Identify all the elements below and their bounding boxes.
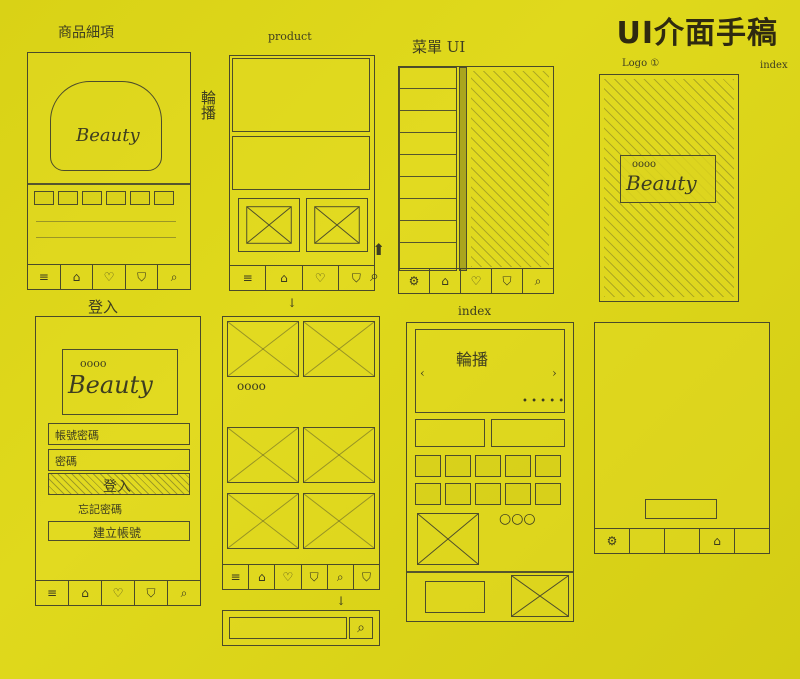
sketch-product-list: ≡ ⌂ ♡ ⛉ (229, 55, 375, 291)
product-label: product (268, 30, 312, 43)
carousel-slot-2 (232, 136, 370, 190)
bag-icon[interactable]: ⛉ (135, 581, 168, 605)
home-icon[interactable]: ⌂ (249, 565, 276, 589)
scroll-up-icon[interactable]: ⬆ (372, 240, 385, 259)
index-banner-2 (491, 419, 565, 447)
tab-bar: ≡ ⌂ ♡ ⛉ ⌕ (36, 580, 200, 605)
tab-bar: ≡ ⌂ ♡ ⛉ ⌕ (28, 264, 190, 289)
carousel-side-label: 輪播 (199, 90, 217, 120)
login-logo: Beauty (68, 371, 153, 399)
sketch-index: 輪播 ‹ › • • • • • ○○○ (406, 322, 574, 622)
account-field[interactable]: 帳號密碼 (48, 423, 190, 445)
tab-item-5[interactable] (735, 529, 769, 553)
logo-dots: oooo (632, 159, 657, 170)
image-placeholder-2 (306, 198, 368, 252)
product-logo: Beauty (76, 125, 140, 146)
register-button[interactable]: 建立帳號 (48, 521, 190, 541)
grid-image-4 (303, 427, 375, 483)
home-icon[interactable]: ⌂ (700, 529, 735, 553)
carousel-slot-1 (232, 58, 370, 132)
content-hatch (471, 71, 549, 267)
grid-image-6 (303, 493, 375, 549)
menu-icon[interactable]: ≡ (230, 266, 267, 290)
tab-item-2[interactable] (630, 529, 665, 553)
search-icon[interactable]: ⌕ (158, 265, 190, 289)
search-icon[interactable]: ⌕ (523, 269, 553, 293)
sketch-menu: ⚙ ⌂ ♡ ⛉ ⌕ (398, 66, 554, 294)
forgot-password-link[interactable]: 忘記密碼 (78, 501, 122, 517)
gear-icon[interactable]: ⚙ (595, 529, 630, 553)
index-card-1 (425, 581, 485, 613)
gear-icon[interactable]: ⚙ (399, 269, 430, 293)
index-banner-1 (415, 419, 485, 447)
side-menu (399, 67, 457, 271)
search-icon[interactable]: ⌕ (370, 266, 379, 286)
logo-note: Logo ① (622, 58, 660, 69)
bag-icon[interactable]: ⛉ (492, 269, 523, 293)
tab-bar: ⚙ ⌂ (595, 528, 769, 553)
home-icon[interactable]: ⌂ (61, 265, 94, 289)
product-detail-label: 商品細項 (58, 25, 114, 41)
search-input[interactable] (229, 617, 347, 639)
heart-icon[interactable]: ♡ (303, 266, 339, 290)
search-bar-sketch: ⌕ (222, 610, 380, 646)
bag-icon[interactable]: ⛉ (339, 266, 374, 290)
index-dots: ○○○ (499, 511, 536, 527)
logo-dots: oooo (80, 357, 107, 370)
splash-logo: Beauty (626, 171, 697, 195)
sketch-product-grid: oooo ≡ ⌂ ♡ ⛉ ⌕ ⛉ (222, 316, 380, 590)
menu-divider (459, 67, 467, 271)
menu-icon[interactable]: ≡ (223, 565, 250, 589)
index-label: index (458, 304, 492, 318)
login-label: 登入 (88, 298, 119, 316)
home-icon[interactable]: ⌂ (266, 266, 303, 290)
index-note-top: index (760, 60, 788, 71)
down-arrow-icon: ↓ (287, 296, 298, 310)
heart-icon[interactable]: ♡ (275, 565, 302, 589)
sketch-splash: oooo Beauty (599, 74, 739, 302)
sketch-product-detail: Beauty ≡ ⌂ ♡ ⛉ ⌕ (27, 52, 191, 290)
login-button[interactable]: 登入 (48, 473, 190, 495)
index-carousel: 輪播 ‹ › • • • • • (415, 329, 565, 413)
sketch-login: oooo Beauty 帳號密碼 密碼 登入 忘記密碼 建立帳號 ≡ ⌂ ♡ ⛉… (35, 316, 201, 606)
image-placeholder-1 (238, 198, 300, 252)
menu-ui-label: 菜單 UI (412, 38, 466, 56)
menu-icon[interactable]: ≡ (28, 265, 61, 289)
grid-image-2 (303, 321, 375, 377)
grid-logo-dots: oooo (237, 379, 266, 393)
tab-bar: ≡ ⌂ ♡ ⛉ (230, 265, 374, 290)
heart-icon[interactable]: ♡ (461, 269, 492, 293)
heart-icon[interactable]: ♡ (102, 581, 135, 605)
search-icon[interactable]: ⌕ (328, 565, 354, 589)
index-image-2 (511, 575, 569, 617)
tab-bar: ⚙ ⌂ ♡ ⛉ ⌕ (399, 268, 553, 293)
sketch-bottom-bar: ⚙ ⌂ (594, 322, 770, 554)
index-image-1 (417, 513, 479, 565)
home-icon[interactable]: ⌂ (69, 581, 102, 605)
grid-image-1 (227, 321, 299, 377)
bag-icon-2[interactable]: ⛉ (354, 565, 379, 589)
search-icon[interactable]: ⌕ (349, 617, 373, 639)
page-title: UI介面手稿 (616, 16, 778, 51)
down-arrow-icon-2: ↓ (336, 594, 347, 608)
bottom-action-button[interactable] (645, 499, 717, 519)
bag-icon[interactable]: ⛉ (302, 565, 328, 589)
tab-bar: ≡ ⌂ ♡ ⛉ ⌕ ⛉ (223, 564, 379, 589)
home-icon[interactable]: ⌂ (430, 269, 461, 293)
grid-image-5 (227, 493, 299, 549)
bag-icon[interactable]: ⛉ (126, 265, 159, 289)
tab-item-3[interactable] (665, 529, 700, 553)
password-field[interactable]: 密碼 (48, 449, 190, 471)
search-icon[interactable]: ⌕ (168, 581, 200, 605)
grid-image-3 (227, 427, 299, 483)
menu-icon[interactable]: ≡ (36, 581, 69, 605)
heart-icon[interactable]: ♡ (93, 265, 126, 289)
